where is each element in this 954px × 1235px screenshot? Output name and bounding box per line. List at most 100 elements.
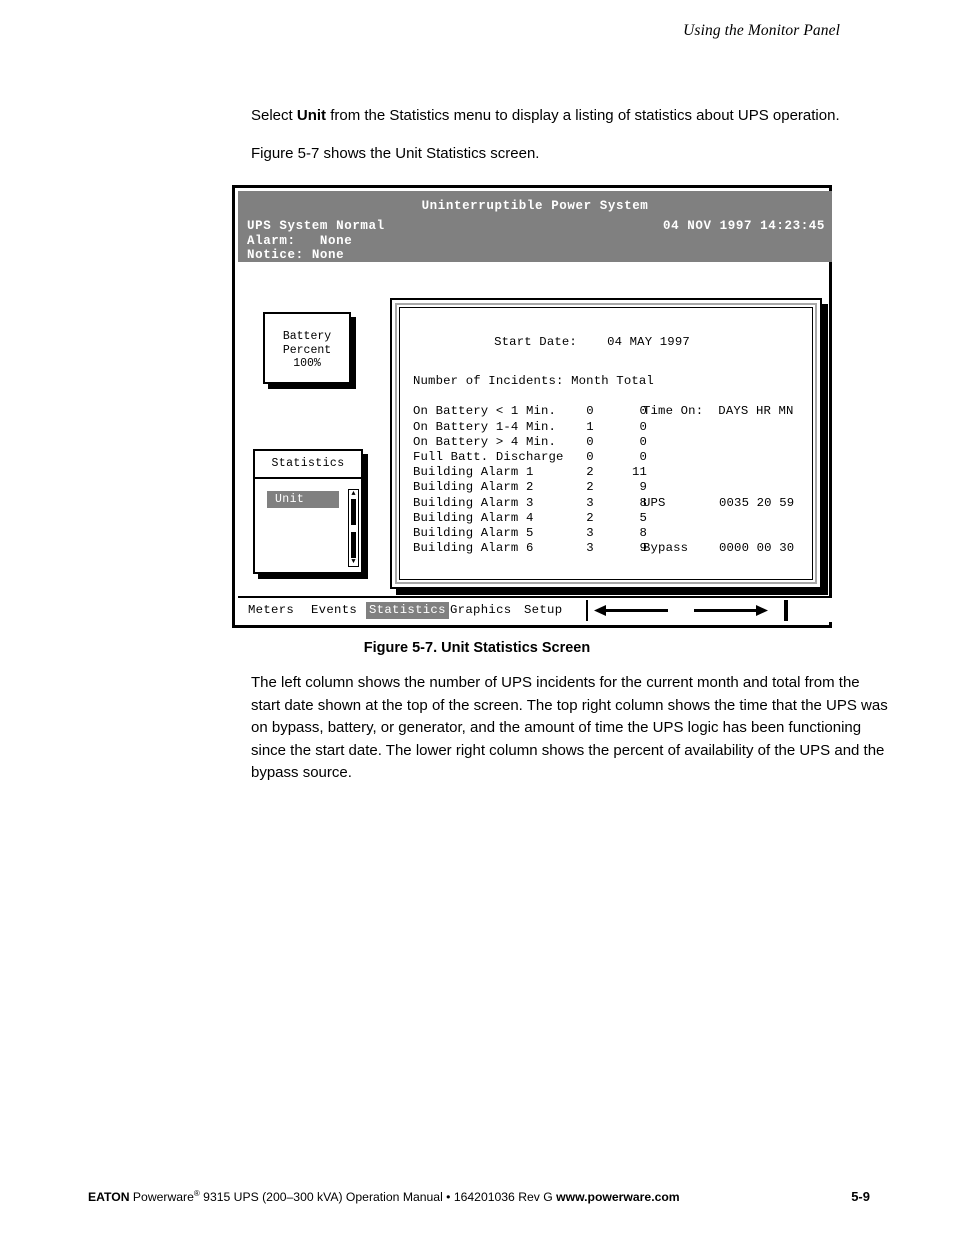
footer-product: Powerware — [129, 1190, 194, 1205]
statistics-menu-scrollbar[interactable]: ▲ ▼ — [348, 489, 359, 567]
time-on-header: Time On: DAYS HR MN — [643, 404, 794, 419]
intro-text: Select Unit from the Statistics menu to … — [251, 105, 891, 181]
unit-statistics-data-panel: Start Date: 04 MAY 1997 Number of Incide… — [390, 298, 822, 589]
incident-label: Building Alarm 5 — [413, 525, 534, 540]
incident-month: 3 — [586, 495, 594, 510]
incident-label: On Battery > 4 Min. — [413, 434, 557, 449]
screen-title: Uninterruptible Power System — [421, 199, 649, 213]
table-row: Building Alarm 6 3 9 — [413, 541, 654, 556]
data-panel-bevel: Start Date: 04 MAY 1997 Number of Incide… — [395, 303, 817, 584]
scrollbar-thumb-upper[interactable] — [351, 499, 356, 525]
table-row: Building Alarm 1 2 11 — [413, 465, 654, 480]
incident-total: 11 — [631, 465, 647, 480]
data-panel-text: Start Date: 04 MAY 1997 Number of Incide… — [400, 308, 812, 579]
notice-label: Notice: — [247, 248, 304, 262]
menu-item-graphics[interactable]: Graphics — [450, 602, 511, 619]
incident-month: 3 — [586, 525, 594, 540]
incident-label: Building Alarm 3 — [413, 495, 534, 510]
scroll-up-arrow-icon[interactable]: ▲ — [349, 490, 358, 498]
incident-label: Building Alarm 1 — [413, 465, 534, 480]
intro-bold-unit: Unit — [296, 107, 327, 124]
menu-item-events[interactable]: Events — [311, 602, 357, 619]
table-row: Building Alarm 5 3 8 — [413, 526, 654, 541]
notice-value: None — [311, 248, 345, 262]
running-header: Using the Monitor Panel — [683, 22, 840, 39]
incident-total: 8 — [639, 495, 647, 510]
table-row: Bypass 0000 00 30 — [643, 541, 803, 556]
description-paragraph: The left column shows the number of UPS … — [251, 674, 888, 781]
alarm-line: Alarm: None — [247, 234, 385, 249]
battery-label-line1: Battery — [282, 330, 332, 343]
battery-label-line2: Percent — [282, 343, 332, 357]
incident-total: 0 — [639, 434, 647, 449]
incident-total: 0 — [639, 404, 647, 419]
footer-details: 9315 UPS (200–300 kVA) Operation Manual … — [199, 1190, 557, 1205]
table-row: UPS 0035 20 59 — [643, 496, 803, 511]
incident-month: 2 — [586, 465, 594, 480]
ups-monitor-screen: Uninterruptible Power System UPS System … — [232, 185, 832, 628]
page-number: 5-9 — [851, 1189, 870, 1204]
time-on-values: 0035 20 59 — [719, 495, 795, 510]
incident-month: 0 — [586, 449, 594, 464]
footer-website[interactable]: www.powerware.com — [556, 1190, 680, 1204]
status-lines: UPS System Normal Alarm: None Notice: None — [247, 219, 385, 263]
time-on-label: UPS — [643, 495, 666, 510]
scrollbar-thumb-lower[interactable] — [351, 532, 356, 558]
figure-caption: Figure 5-7. Unit Statistics Screen — [363, 640, 591, 656]
table-row: Building Alarm 2 2 9 — [413, 480, 654, 495]
incidents-rows: On Battery < 1 Min. 0 0 On Battery 1-4 Min… — [413, 404, 654, 556]
figure-unit-statistics-screen: Uninterruptible Power System UPS System … — [232, 185, 832, 628]
menu-item-unit[interactable]: Unit — [267, 491, 339, 508]
statistics-menu-box[interactable]: Statistics Unit ▲ ▼ — [253, 449, 363, 574]
nav-arrows-group — [586, 600, 788, 621]
start-date-value: 04 MAY 1997 — [607, 335, 690, 349]
battery-percent-value: 100% — [293, 357, 321, 370]
incident-total: 0 — [639, 449, 647, 464]
incident-month: 0 — [586, 404, 594, 419]
incident-month: 2 — [586, 510, 594, 525]
table-row: Building Alarm 4 2 5 — [413, 511, 654, 526]
battery-percent-box[interactable]: Battery Percent 100% — [263, 312, 351, 384]
start-date-label: Start Date: — [494, 335, 577, 349]
incidents-header: Number of Incidents: Month Total — [413, 374, 654, 388]
time-on-column: Time On: DAYS HR MN UPS 0035 20 59 Bypass… — [643, 374, 803, 579]
incident-month: 0 — [586, 434, 594, 449]
nav-spacer — [784, 600, 832, 621]
scroll-down-arrow-icon[interactable]: ▼ — [349, 558, 358, 566]
menu-item-meters[interactable]: Meters — [248, 602, 294, 619]
screen-datetime: 04 NOV 1997 14:23:45 — [662, 219, 825, 233]
incident-total: 5 — [639, 510, 647, 525]
intro-paragraph-2: Figure 5-7 shows the Unit Statistics scr… — [251, 145, 540, 162]
menu-item-setup[interactable]: Setup — [524, 602, 562, 619]
left-arrow-icon — [594, 605, 668, 616]
menu-item-statistics[interactable]: Statistics — [366, 602, 449, 619]
incident-label: Building Alarm 6 — [413, 541, 534, 556]
incident-label: On Battery < 1 Min. — [413, 404, 557, 419]
incident-label: On Battery 1-4 Min. — [413, 419, 557, 434]
system-status-text: UPS System Normal — [247, 219, 385, 233]
incident-total: 0 — [639, 419, 647, 434]
right-arrow-icon — [694, 605, 768, 616]
start-date-line: Start Date: 04 MAY 1997 — [400, 335, 812, 350]
incident-label: Full Batt. Discharge — [413, 449, 564, 464]
incident-total: 9 — [639, 480, 647, 495]
notice-line: Notice: None — [247, 248, 385, 263]
footer-brand: EATON — [88, 1190, 130, 1205]
incident-label: Building Alarm 2 — [413, 480, 534, 495]
incident-month: 2 — [586, 480, 594, 495]
incident-total: 8 — [639, 525, 647, 540]
intro-paragraph-1: Select Unit from the Statistics menu to … — [251, 105, 891, 126]
table-row: On Battery < 1 Min. 0 0 — [413, 404, 654, 419]
time-on-rows: UPS0035 20 59 Bypass0000 00 30 Battery00… — [643, 465, 803, 579]
intro-prefix: Select — [251, 107, 297, 124]
data-panel-content: Start Date: 04 MAY 1997 Number of Incide… — [399, 307, 813, 580]
time-on-values: 0000 00 30 — [719, 541, 795, 556]
page-footer: EATON Powerware® 9315 UPS (200–300 kVA) … — [0, 1189, 954, 1207]
time-on-label: Bypass — [643, 541, 689, 556]
screen-menu-bar: Meters Events Statistics Graphics Setup — [238, 596, 832, 622]
alarm-label: Alarm: — [247, 233, 296, 248]
incident-month: 3 — [586, 541, 594, 556]
alarm-value: None — [319, 233, 353, 248]
table-row: Full Batt. Discharge 0 0 — [413, 450, 654, 465]
incident-total: 9 — [639, 541, 647, 556]
